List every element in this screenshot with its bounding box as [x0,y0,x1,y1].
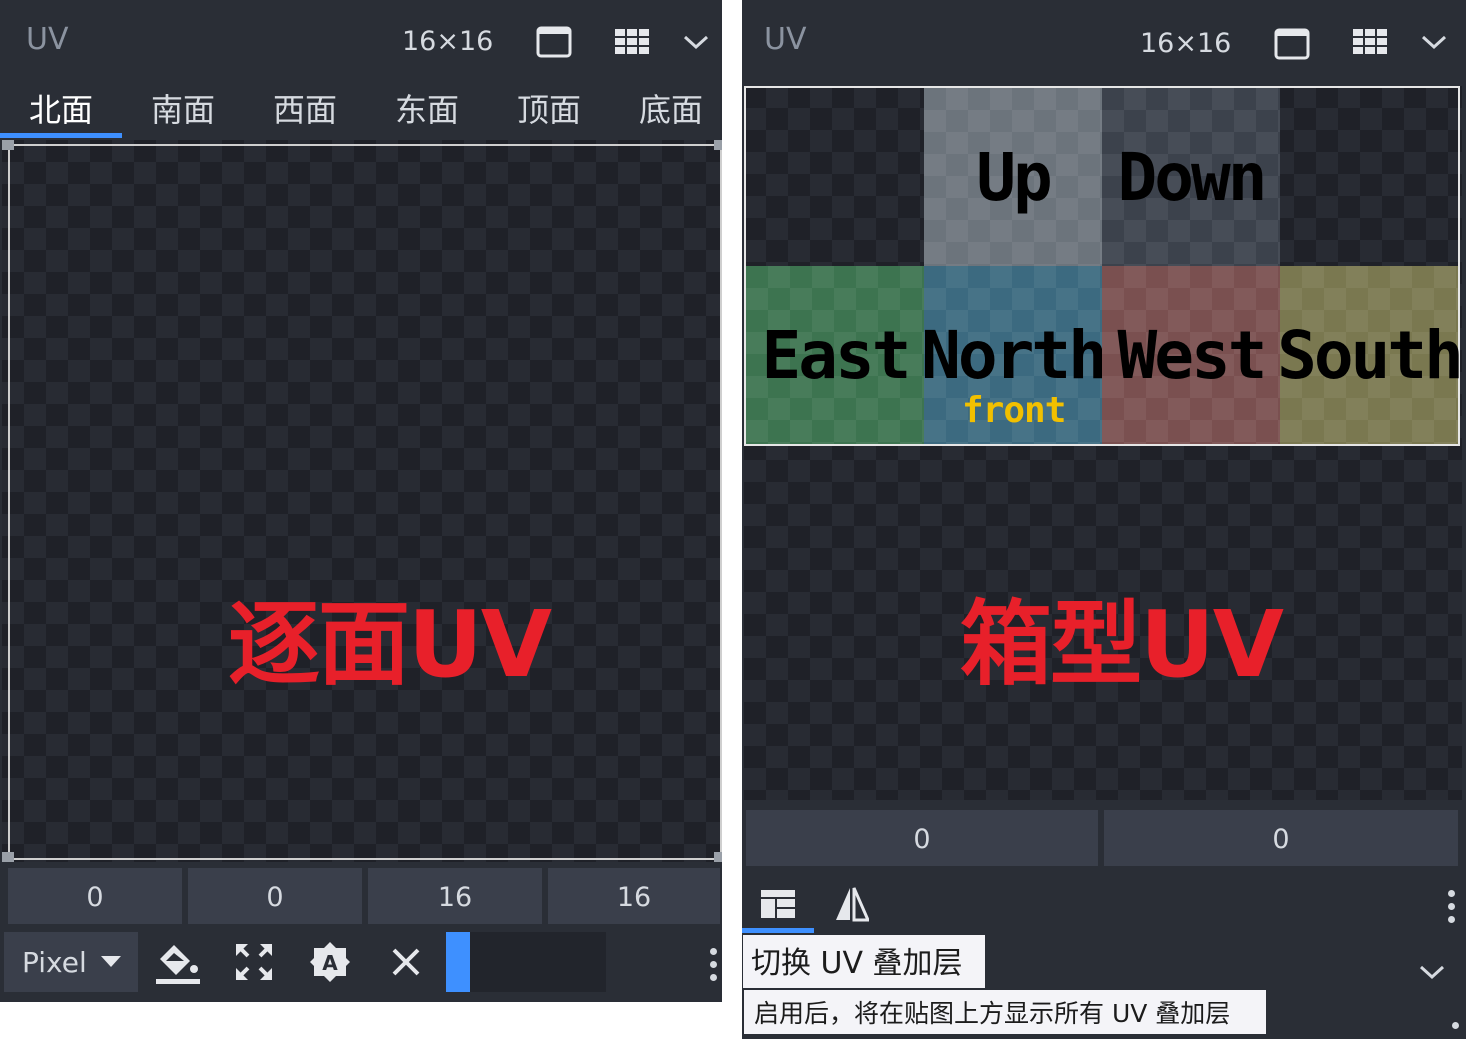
face-label: North [921,316,1108,394]
more-icon[interactable] [708,948,718,981]
texture-size-label: 16×16 [402,26,494,57]
uv-x-field[interactable]: 0 [746,810,1098,866]
tab-down[interactable]: 底面 [610,86,732,138]
mirror-icon[interactable] [828,880,876,928]
single-view-icon[interactable] [532,20,576,64]
face-label: South [1277,316,1462,394]
auto-uv-icon[interactable]: A [306,938,354,986]
tooltip-title: 切换 UV 叠加层 [742,934,986,990]
uv-y-field[interactable]: 0 [188,868,362,924]
uv-values-row: 0 0 16 16 [0,868,722,924]
caret-down-icon [100,956,121,967]
overlay-caption: 箱型UV [960,591,1284,698]
uv-panel-box: UV 16×16 Up Down East North front West S… [742,0,1466,1039]
resize-handle[interactable] [714,140,722,150]
scroll-dot [1452,1022,1459,1029]
mode-select-value: Pixel [22,945,87,979]
uv-face-west[interactable]: West [1102,266,1280,444]
resize-handle[interactable] [2,852,14,862]
resize-handle[interactable] [2,140,14,150]
panel-title: UV [764,22,807,57]
panel-title: UV [26,22,69,57]
uv-overlay-icon[interactable] [754,880,802,928]
svg-text:A: A [322,951,338,975]
resize-handle[interactable] [714,852,722,862]
box-uv-map[interactable]: Up Down East North front West South [744,86,1462,446]
grid-view-icon[interactable] [1348,20,1392,64]
uv-face-east[interactable]: East [746,266,924,444]
face-tabs: 北面 南面 西面 东面 顶面 底面 [0,86,722,138]
tab-up[interactable]: 顶面 [488,86,610,138]
tab-south[interactable]: 南面 [122,86,244,138]
face-label: West [1117,316,1268,394]
active-tool-indicator [742,928,814,933]
uv-values-row: 0 0 [742,810,1466,866]
uv-toolbar [742,876,1466,934]
uv-selection-box[interactable] [8,144,722,860]
tooltip-description: 启用后，将在贴图上方显示所有 UV 叠加层 [742,988,1268,1036]
face-label: East [761,316,912,394]
texture-size-label: 16×16 [1140,28,1232,59]
uv-face-down[interactable]: Down [1102,88,1280,266]
chevron-down-icon[interactable] [674,20,718,64]
face-label: Down [1117,138,1268,216]
uv-x-field[interactable]: 0 [8,868,182,924]
maximize-icon[interactable] [230,938,278,986]
tab-east[interactable]: 东面 [366,86,488,138]
close-icon[interactable] [382,938,430,986]
grid-view-icon[interactable] [610,20,654,64]
overlay-caption: 逐面UV [228,591,552,698]
uv-panel-per-face: UV 16×16 北面 南面 西面 东面 顶面 底面 逐面UV 0 0 16 1… [0,0,722,1002]
uv-height-field[interactable]: 16 [548,868,720,924]
single-view-icon[interactable] [1270,22,1314,66]
uv-face-up[interactable]: Up [924,88,1102,266]
slider-fill [446,932,470,992]
uv-width-field[interactable]: 16 [368,868,542,924]
panel-header: UV 16×16 [742,0,1466,84]
uv-toolbar: Pixel A [0,932,722,994]
uv-face-north[interactable]: North front [921,266,1108,444]
uv-viewport[interactable]: 逐面UV [2,140,722,862]
tab-west[interactable]: 西面 [244,86,366,138]
face-label: Up [976,138,1053,216]
tab-north[interactable]: 北面 [0,86,122,138]
more-icon[interactable] [1446,890,1456,923]
uv-y-field[interactable]: 0 [1104,810,1458,866]
face-sublabel: front [962,390,1066,431]
uv-face-south[interactable]: South [1277,266,1462,444]
mode-select[interactable]: Pixel [4,932,138,992]
panel-header: UV 16×16 [0,0,722,84]
chevron-down-icon[interactable] [1410,950,1454,994]
uv-viewport[interactable]: Up Down East North front West South 箱型UV [744,86,1462,800]
brush-size-slider[interactable] [446,932,606,992]
chevron-down-icon[interactable] [1412,20,1456,64]
fill-bucket-icon[interactable] [154,938,202,986]
